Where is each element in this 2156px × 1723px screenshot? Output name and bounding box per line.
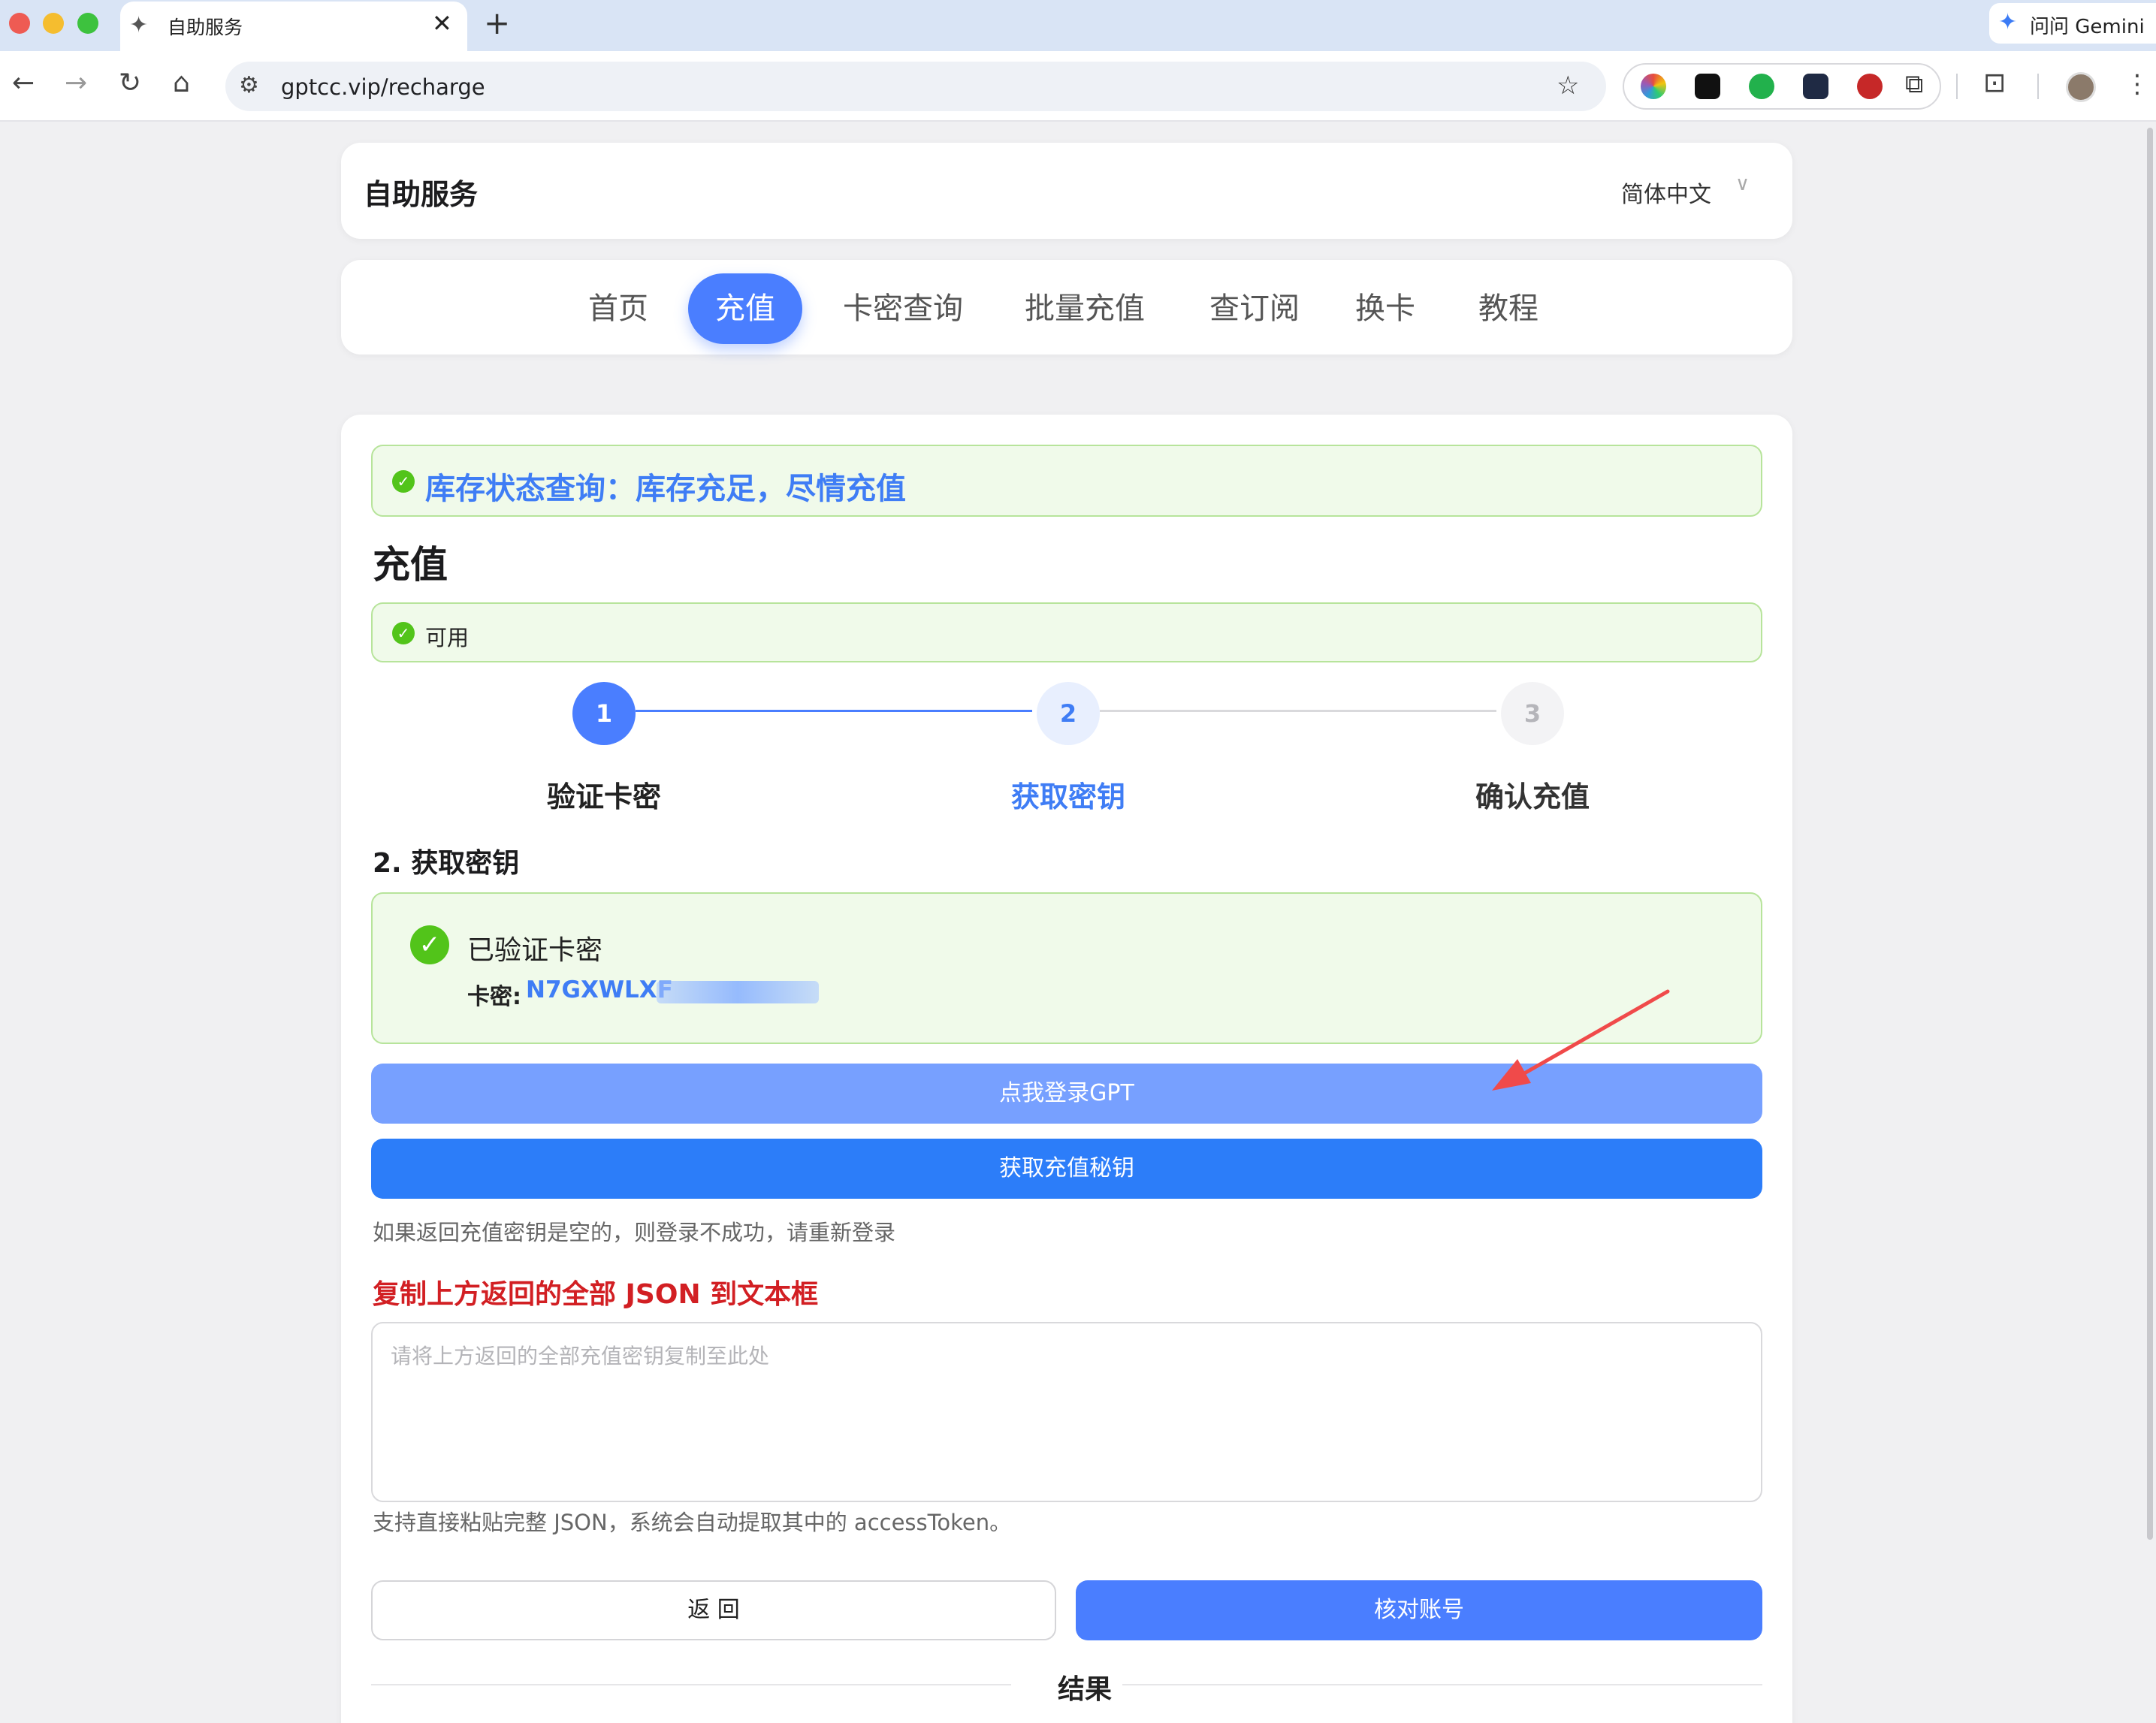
browser-menu-icon[interactable]: ⋮: [2124, 69, 2150, 99]
result-divider-right: [1122, 1684, 1762, 1685]
profile-avatar[interactable]: [2066, 72, 2096, 102]
browser-toolbar: ← → ↻ ⌂ ⚙ gptcc.vip/recharge ☆ ⧉ ⊡ ⋮: [0, 51, 2156, 122]
redacted-card-code: [657, 981, 819, 1003]
success-check-icon: ✓: [392, 622, 415, 644]
back-button[interactable]: 返 回: [371, 1580, 1056, 1640]
toolbar-separator: [2037, 74, 2039, 99]
color-extension-icon[interactable]: [1641, 74, 1666, 99]
verify-account-button[interactable]: 核对账号: [1076, 1580, 1762, 1640]
glasses-extension-icon[interactable]: [1695, 74, 1720, 99]
result-divider-left: [371, 1684, 1011, 1685]
site-info-icon[interactable]: ⚙: [239, 72, 259, 98]
availability-alert: ✓ 可用: [371, 602, 1762, 662]
extensions-group: ⧉: [1623, 63, 1941, 110]
extensions-puzzle-icon[interactable]: ⧉: [1905, 69, 1923, 99]
reading-mode-icon[interactable]: ⊡: [1983, 68, 2006, 98]
nav-item-swap-card[interactable]: 换卡: [1340, 273, 1430, 344]
step-section-title: 2. 获取密钥: [373, 848, 520, 879]
toolbar-separator: [1956, 74, 1958, 99]
nav-item-home[interactable]: 首页: [574, 273, 663, 344]
site-title: 自助服务: [364, 178, 479, 211]
chevron-down-icon[interactable]: ∨: [1735, 173, 1750, 195]
reload-icon[interactable]: ↻: [119, 68, 141, 98]
home-icon[interactable]: ⌂: [173, 68, 190, 98]
nav-item-batch-recharge[interactable]: 批量充值: [1010, 273, 1160, 344]
window-close-button[interactable]: [9, 13, 30, 34]
page-title: 充值: [373, 543, 448, 587]
site-header: 自助服务 简体中文 ∨: [341, 143, 1792, 239]
green-check-extension-icon[interactable]: [1749, 74, 1774, 99]
step-2-label: 获取密钥: [1010, 780, 1125, 813]
nav-item-tutorial[interactable]: 教程: [1463, 273, 1554, 344]
url-text[interactable]: gptcc.vip/recharge: [281, 74, 485, 100]
step-1-label: 验证卡密: [546, 780, 661, 813]
tab-title: 自助服务: [168, 17, 243, 38]
success-check-icon: ✓: [392, 470, 415, 493]
annotation-arrow: [1492, 989, 1670, 1091]
result-section-title: 结果: [1057, 1674, 1112, 1705]
browser-tab-bar: ✦ 自助服务 ✕ + ✦ 问问 Gemini: [0, 0, 2156, 51]
step-3-label: 确认充值: [1475, 780, 1590, 813]
forward-arrow-icon[interactable]: →: [65, 68, 87, 98]
red-extension-icon[interactable]: [1857, 74, 1883, 99]
step-connector-pending: [1100, 710, 1496, 712]
tab-close-icon[interactable]: ✕: [432, 9, 452, 38]
step-connector-done: [636, 710, 1032, 712]
react-devtools-extension-icon[interactable]: [1803, 74, 1828, 99]
verified-check-icon: ✓: [410, 925, 449, 964]
nav-item-subscription[interactable]: 查订阅: [1194, 273, 1315, 344]
window-minimize-button[interactable]: [43, 13, 64, 34]
stock-status-alert: ✓ 库存状态查询：库存充足，尽情充值: [371, 445, 1762, 517]
json-support-hint: 支持直接粘贴完整 JSON，系统会自动提取其中的 accessToken。: [373, 1510, 1012, 1535]
step-3-circle: 3: [1501, 682, 1564, 745]
page-scrollbar[interactable]: [2147, 128, 2153, 1540]
nav-item-recharge[interactable]: 充值: [688, 273, 802, 344]
step-1-circle: 1: [572, 682, 636, 745]
card-code-label: 卡密:: [467, 984, 521, 1010]
browser-tab-active[interactable]: ✦ 自助服务 ✕: [120, 2, 467, 51]
gemini-label: 问问 Gemini: [2030, 16, 2145, 38]
stock-status-text: 库存状态查询：库存充足，尽情充值: [425, 472, 906, 506]
recharge-panel: ✓ 库存状态查询：库存充足，尽情充值 充值 ✓ 可用 1 2 3 验证卡密 获取…: [341, 415, 1792, 1723]
step-2-circle: 2: [1037, 682, 1100, 745]
back-arrow-icon[interactable]: ←: [12, 68, 35, 98]
login-hint-text: 如果返回充值密钥是空的，则登录不成功，请重新登录: [373, 1220, 896, 1245]
json-instruction-title: 复制上方返回的全部 JSON 到文本框: [373, 1279, 819, 1310]
language-selector[interactable]: 简体中文: [1621, 176, 1711, 209]
nav-item-card-query[interactable]: 卡密查询: [828, 273, 978, 344]
gemini-button[interactable]: ✦ 问问 Gemini: [1989, 3, 2156, 44]
recharge-key-textarea[interactable]: [371, 1322, 1762, 1502]
address-bar[interactable]: ⚙ gptcc.vip/recharge ☆: [225, 62, 1606, 111]
fetch-recharge-key-button[interactable]: 获取充值秘钥: [371, 1139, 1762, 1199]
site-favicon-icon: ✦: [129, 12, 149, 38]
window-maximize-button[interactable]: [77, 13, 98, 34]
verified-status-text: 已验证卡密: [467, 935, 603, 966]
gemini-spark-icon: ✦: [1998, 9, 2018, 35]
availability-text: 可用: [425, 625, 470, 650]
main-nav: 首页 充值 卡密查询 批量充值 查订阅 换卡 教程: [341, 260, 1792, 355]
card-code-value: N7GXWLXF: [526, 976, 673, 1003]
new-tab-button[interactable]: +: [484, 5, 510, 41]
bookmark-star-icon[interactable]: ☆: [1557, 71, 1579, 101]
